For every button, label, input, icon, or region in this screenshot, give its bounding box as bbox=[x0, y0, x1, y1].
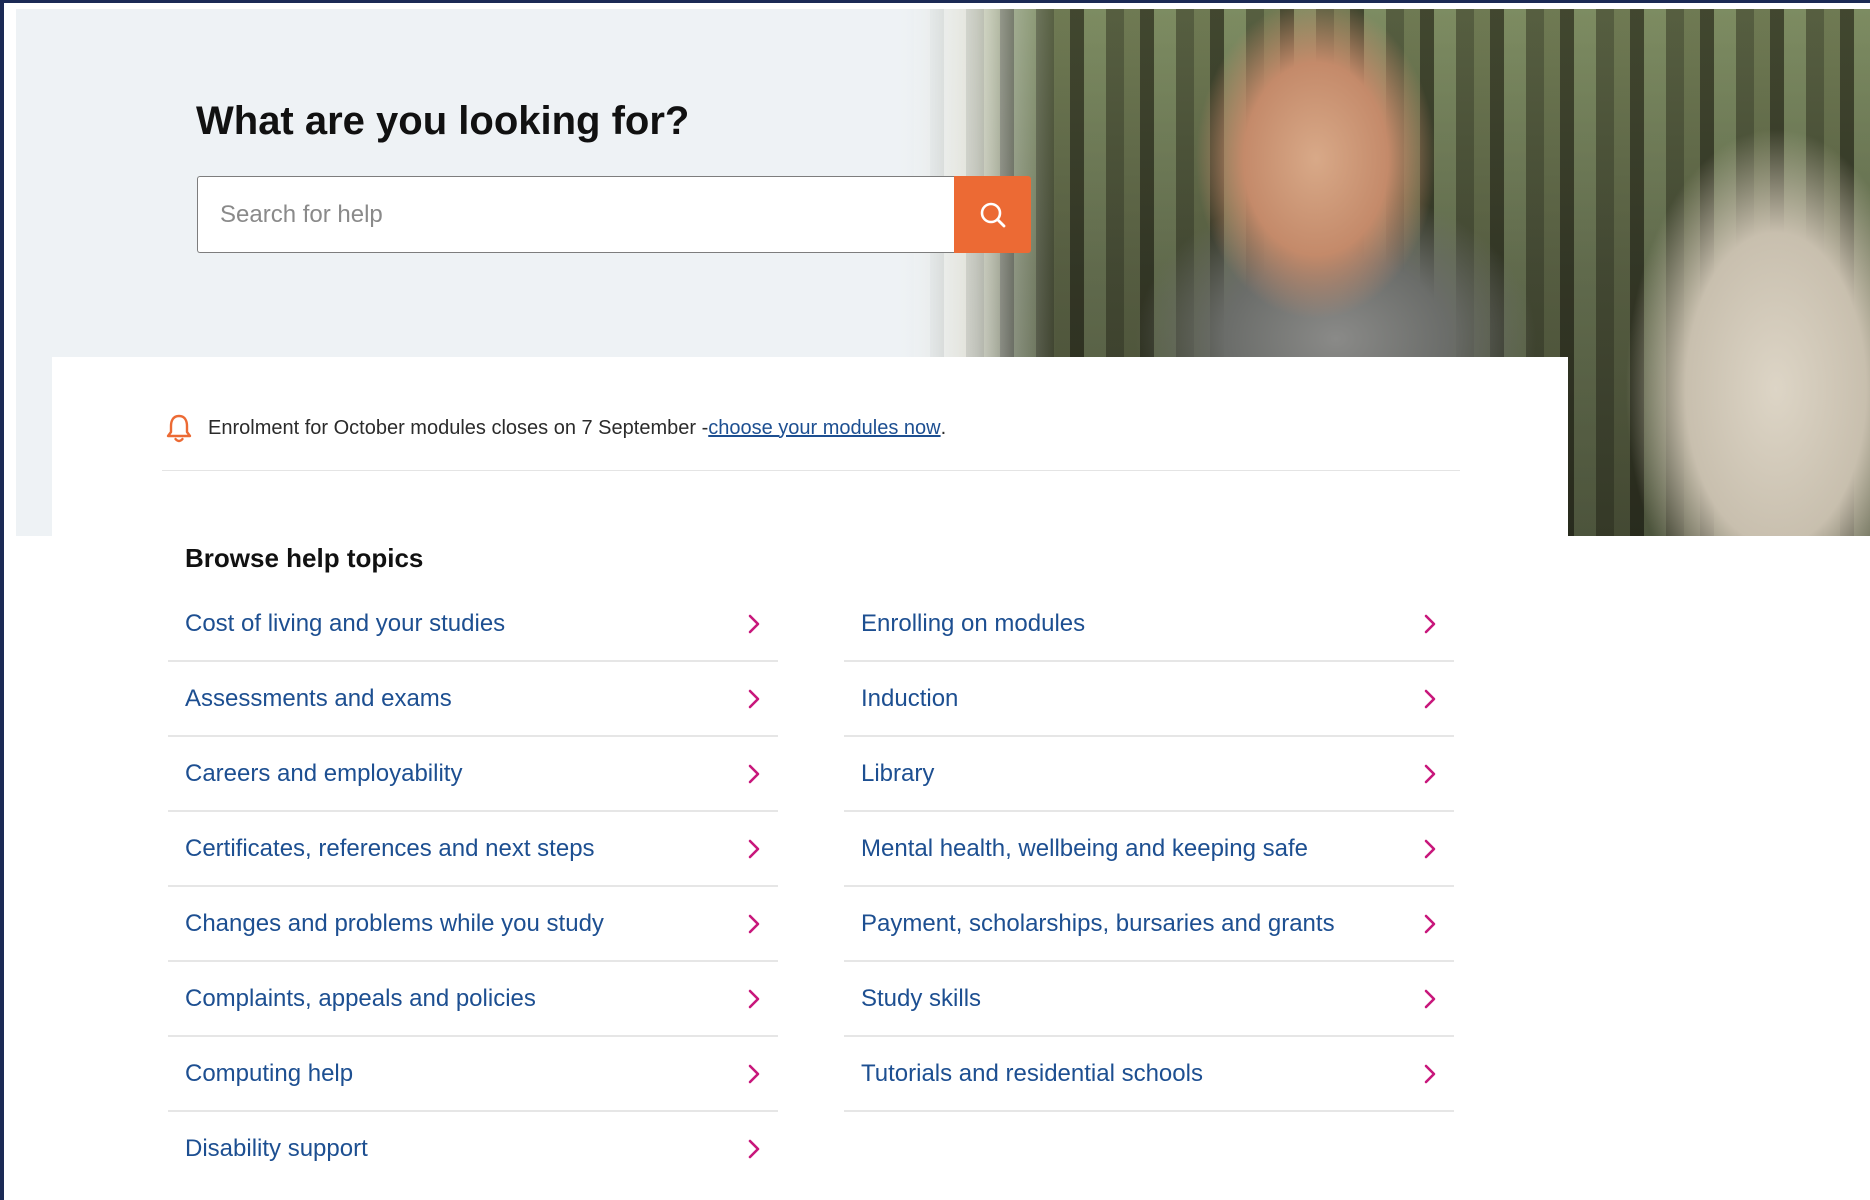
topic-label: Mental health, wellbeing and keeping saf… bbox=[861, 834, 1308, 862]
topic-link[interactable]: Library bbox=[844, 737, 1454, 812]
chevron-right-icon bbox=[746, 613, 762, 635]
topic-label: Enrolling on modules bbox=[861, 609, 1086, 637]
topic-link[interactable]: Mental health, wellbeing and keeping saf… bbox=[844, 812, 1454, 887]
alert-text: Enrolment for October modules closes on … bbox=[208, 416, 709, 439]
chevron-right-icon bbox=[746, 838, 762, 860]
bell-icon bbox=[164, 412, 194, 444]
alert-suffix: . bbox=[940, 416, 947, 439]
topic-label: Library bbox=[861, 759, 935, 787]
help-card: Enrolment for October modules closes on … bbox=[52, 357, 1568, 1200]
chevron-right-icon bbox=[746, 1063, 762, 1085]
topic-link[interactable]: Careers and employability bbox=[168, 737, 778, 812]
topic-label: Payment, scholarships, bursaries and gra… bbox=[861, 909, 1335, 937]
topic-label: Assessments and exams bbox=[185, 684, 452, 712]
chevron-right-icon bbox=[746, 988, 762, 1010]
chevron-right-icon bbox=[1422, 613, 1438, 635]
enrolment-alert: Enrolment for October modules closes on … bbox=[164, 412, 946, 444]
topic-link[interactable]: Complaints, appeals and policies bbox=[168, 962, 778, 1037]
page-frame: What are you looking for? Enro bbox=[0, 0, 1870, 1200]
topic-link[interactable]: Study skills bbox=[844, 962, 1454, 1037]
topic-link[interactable]: Tutorials and residential schools bbox=[844, 1037, 1454, 1112]
chevron-right-icon bbox=[746, 688, 762, 710]
chevron-right-icon bbox=[746, 1138, 762, 1160]
topic-label: Disability support bbox=[185, 1134, 368, 1162]
topic-label: Tutorials and residential schools bbox=[861, 1059, 1203, 1087]
topic-link[interactable]: Computing help bbox=[168, 1037, 778, 1112]
chevron-right-icon bbox=[1422, 688, 1438, 710]
topic-label: Certificates, references and next steps bbox=[185, 834, 595, 862]
page-title: What are you looking for? bbox=[196, 99, 690, 143]
topic-link[interactable]: Induction bbox=[844, 662, 1454, 737]
topic-link[interactable]: Disability support bbox=[168, 1112, 778, 1185]
chevron-right-icon bbox=[746, 763, 762, 785]
chevron-right-icon bbox=[1422, 838, 1438, 860]
chevron-right-icon bbox=[1422, 763, 1438, 785]
chevron-right-icon bbox=[1422, 913, 1438, 935]
topic-label: Complaints, appeals and policies bbox=[185, 984, 536, 1012]
chevron-right-icon bbox=[1422, 988, 1438, 1010]
topic-link[interactable]: Enrolling on modules bbox=[844, 587, 1454, 662]
topic-link[interactable]: Assessments and exams bbox=[168, 662, 778, 737]
topic-link[interactable]: Certificates, references and next steps bbox=[168, 812, 778, 887]
topic-label: Changes and problems while you study bbox=[185, 909, 604, 937]
topic-label: Computing help bbox=[185, 1059, 354, 1087]
chevron-right-icon bbox=[746, 913, 762, 935]
choose-modules-link[interactable]: choose your modules now bbox=[708, 417, 940, 440]
topic-label: Careers and employability bbox=[185, 759, 463, 787]
topics-right-column: Enrolling on modules Induction Library M… bbox=[844, 587, 1454, 1112]
search-icon bbox=[978, 200, 1008, 230]
divider bbox=[162, 470, 1460, 471]
topic-link[interactable]: Payment, scholarships, bursaries and gra… bbox=[844, 887, 1454, 962]
browse-topics-heading: Browse help topics bbox=[185, 543, 424, 573]
search-input[interactable] bbox=[197, 176, 955, 253]
topic-label: Cost of living and your studies bbox=[185, 609, 506, 637]
topic-link[interactable]: Changes and problems while you study bbox=[168, 887, 778, 962]
search-button[interactable] bbox=[954, 176, 1031, 253]
chevron-right-icon bbox=[1422, 1063, 1438, 1085]
topic-label: Study skills bbox=[861, 984, 982, 1012]
search-bar bbox=[197, 176, 1031, 253]
topics-left-column: Cost of living and your studies Assessme… bbox=[168, 587, 778, 1185]
topic-link[interactable]: Cost of living and your studies bbox=[168, 587, 778, 662]
topic-label: Induction bbox=[861, 684, 959, 712]
